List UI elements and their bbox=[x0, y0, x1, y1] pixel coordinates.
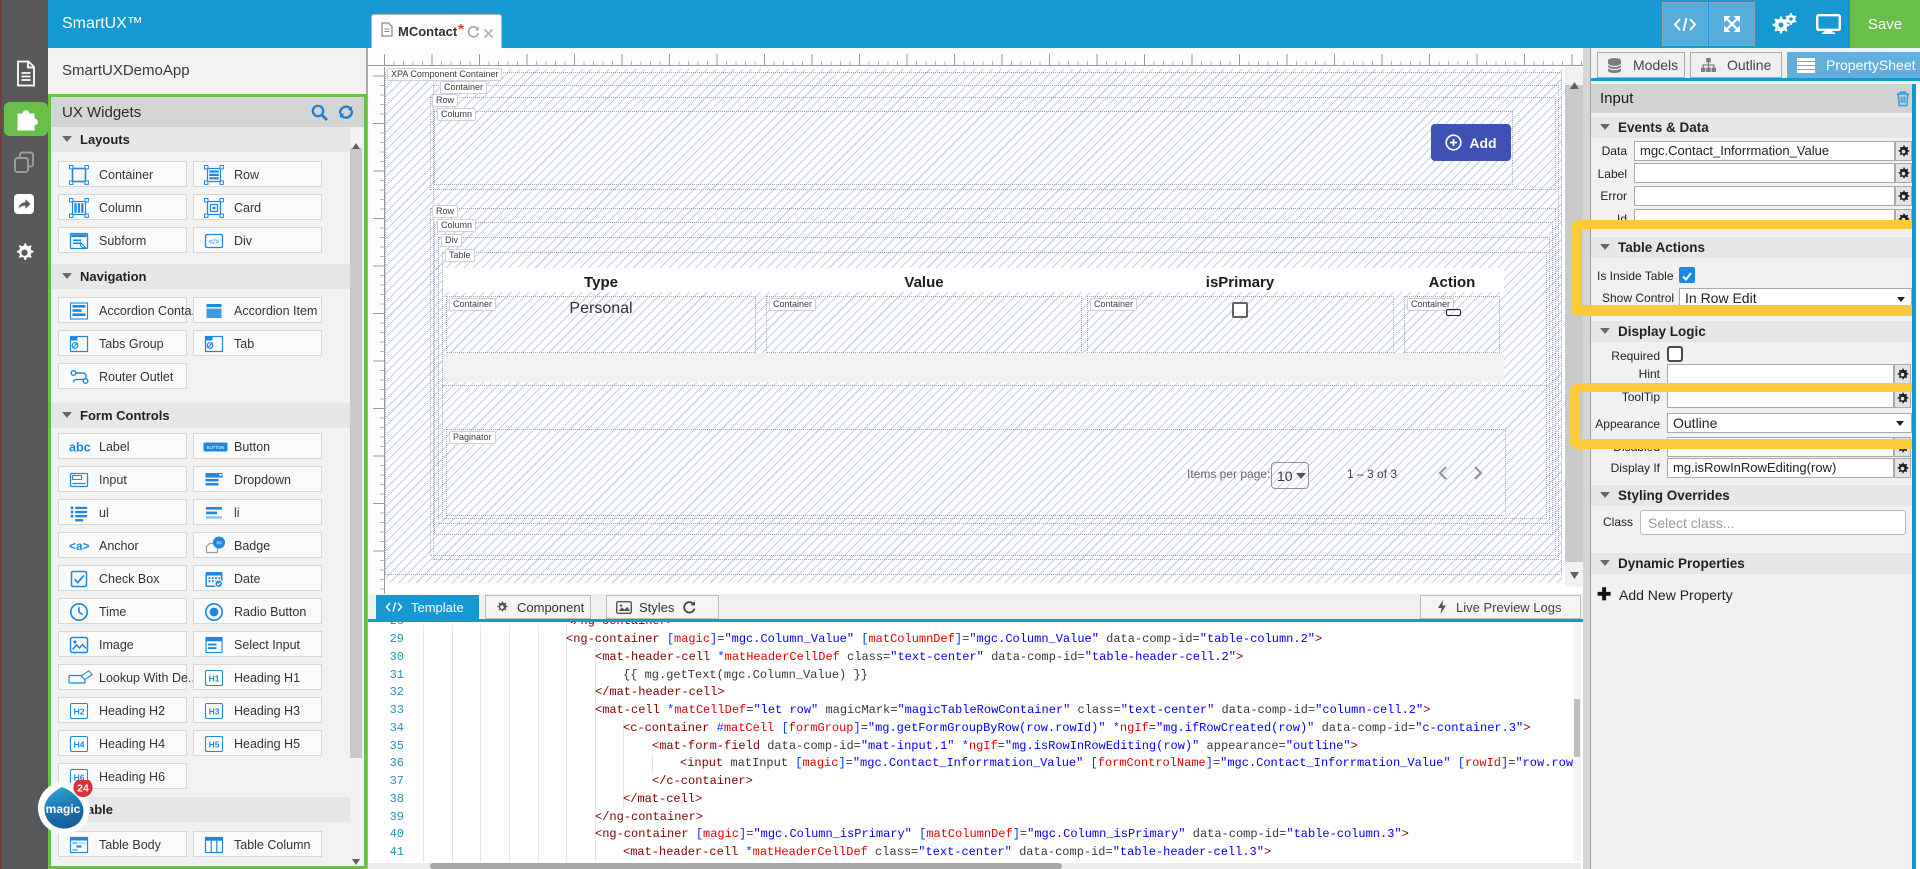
svg-text:24: 24 bbox=[77, 782, 89, 794]
svg-text:magic: magic bbox=[46, 802, 81, 816]
